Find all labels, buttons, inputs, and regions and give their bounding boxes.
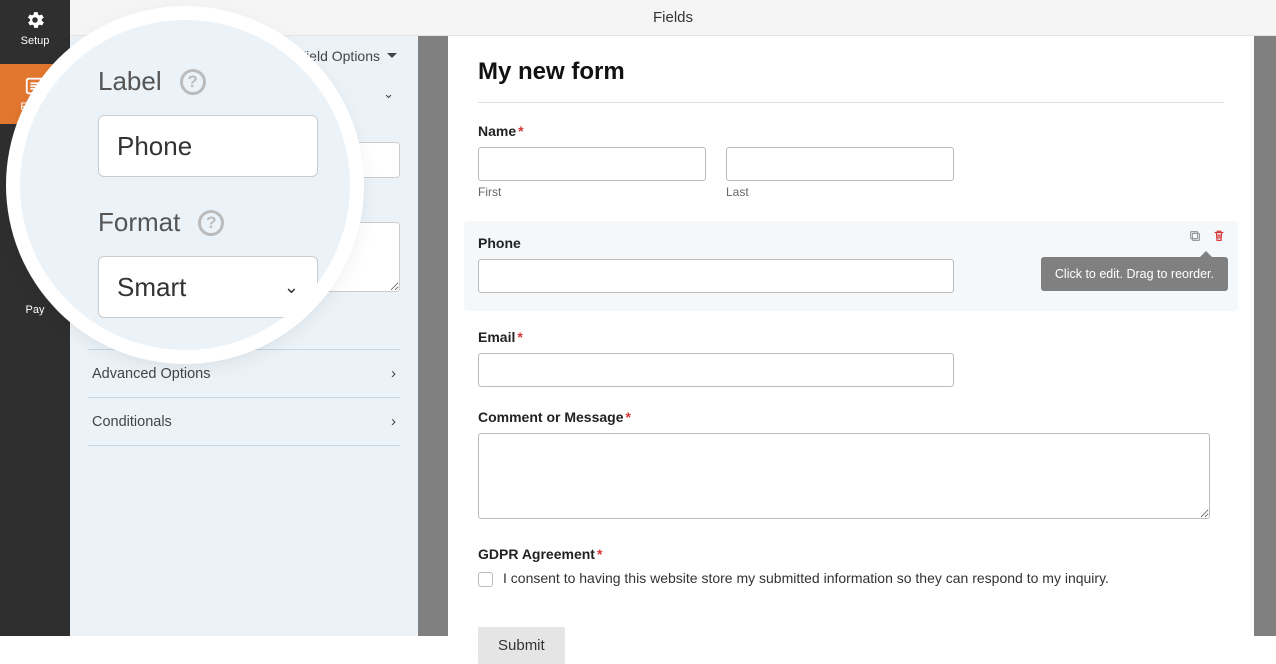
field-actions [1188, 229, 1226, 243]
field-phone-selected[interactable]: Phone Click to edit. Drag to reorder. [464, 221, 1238, 311]
last-name-input[interactable] [726, 147, 954, 181]
trash-icon[interactable] [1212, 229, 1226, 243]
email-input[interactable] [478, 353, 954, 387]
mag-format-select[interactable]: Smart ⌄ [98, 256, 318, 318]
collapse-icon[interactable]: ⌄ [383, 86, 394, 102]
gdpr-checkbox[interactable] [478, 572, 493, 587]
email-label: Email* [478, 329, 1224, 345]
gear-icon [24, 9, 46, 31]
topbar-title: Fields [653, 9, 693, 26]
field-gdpr: GDPR Agreement* I consent to having this… [478, 546, 1224, 587]
field-tooltip: Click to edit. Drag to reorder. [1041, 257, 1228, 291]
duplicate-icon[interactable] [1188, 229, 1202, 243]
gutter-right [1254, 36, 1276, 636]
mag-label-title: Label ? [98, 66, 320, 97]
gdpr-consent-text: I consent to having this website store m… [503, 570, 1109, 586]
field-comment: Comment or Message* [478, 409, 1224, 524]
help-icon[interactable]: ? [198, 210, 224, 236]
mag-format-title: Format ? [98, 207, 320, 238]
name-label: Name* [478, 123, 1224, 139]
first-sublabel: First [478, 185, 706, 199]
field-name: Name* First Last [478, 123, 1224, 199]
gutter-left [418, 36, 448, 636]
nav-setup-label: Setup [21, 35, 50, 47]
conditionals[interactable]: Conditionals › [88, 398, 400, 446]
mag-label-input[interactable]: Phone [98, 115, 318, 177]
chevron-down-icon: ⌄ [284, 277, 299, 298]
advanced-options[interactable]: Advanced Options › [88, 350, 400, 398]
comment-textarea[interactable] [478, 433, 1210, 519]
tab-field-options[interactable]: Field Options [298, 48, 398, 64]
nav-setup[interactable]: Setup [0, 0, 70, 56]
chevron-right-icon: › [391, 365, 396, 382]
form-preview: My new form Name* First Last Phone Click… [448, 36, 1254, 636]
submit-button[interactable]: Submit [478, 627, 565, 664]
last-sublabel: Last [726, 185, 954, 199]
phone-label: Phone [478, 235, 1224, 251]
comment-label: Comment or Message* [478, 409, 1224, 425]
nav-payments-label: Pay [26, 304, 45, 316]
magnifier-overlay: Label ? Phone Format ? Smart ⌄ [20, 20, 350, 350]
help-icon[interactable]: ? [180, 69, 206, 95]
fields-icon [24, 75, 46, 97]
first-name-input[interactable] [478, 147, 706, 181]
chevron-right-icon: › [391, 413, 396, 430]
phone-input[interactable] [478, 259, 954, 293]
field-email: Email* [478, 329, 1224, 387]
form-title: My new form [478, 58, 1224, 86]
gdpr-label: GDPR Agreement* [478, 546, 1224, 562]
topbar: Fields [70, 0, 1276, 36]
chevron-down-icon [386, 50, 398, 62]
